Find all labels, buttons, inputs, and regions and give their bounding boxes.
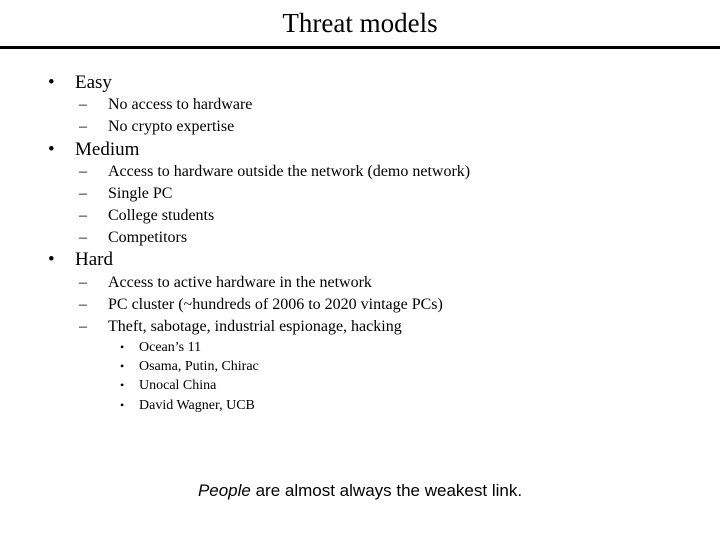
list-item: – Single PC (79, 185, 173, 202)
dash-icon: – (79, 207, 87, 224)
dash-icon: – (79, 318, 87, 335)
section-label: Easy (75, 72, 112, 93)
dash-icon: – (79, 296, 87, 313)
bullet-icon: • (120, 359, 125, 373)
dash-icon: – (79, 274, 87, 291)
footer-emphasis: People (197, 481, 251, 500)
section-hard: • Hard (48, 249, 113, 271)
section-label: Hard (75, 249, 113, 270)
list-item: – Theft, sabotage, industrial espionage, … (79, 318, 402, 335)
dash-icon: – (79, 229, 87, 246)
sub-list-item: • Ocean’s 11 (120, 340, 202, 355)
slide-title: Threat models (282, 8, 438, 38)
list-item: – No crypto expertise (79, 118, 235, 135)
list-item: – College students (79, 207, 215, 224)
list-item: – Access to active hardware in the networ… (79, 274, 372, 291)
sub-list-item: • David Wagner, UCB (120, 398, 255, 413)
dash-icon: – (79, 118, 87, 135)
list-item: – Competitors (79, 229, 188, 246)
title-underline (0, 46, 720, 49)
footer-note: People are almost always the weakest lin… (0, 480, 720, 502)
dash-icon: – (79, 96, 87, 113)
sub-list-item: • Unocal China (120, 378, 217, 393)
sub-list-item: • Osama, Putin, Chirac (120, 359, 259, 374)
section-label: Medium (75, 139, 140, 160)
section-medium: • Medium (48, 139, 139, 161)
dash-icon: – (79, 185, 87, 202)
bullet-icon: • (48, 72, 55, 93)
section-easy: • Easy (48, 72, 112, 94)
bullet-icon: • (120, 398, 125, 412)
bullet-icon: • (120, 340, 125, 354)
bullet-icon: • (120, 378, 125, 392)
bullet-icon: • (48, 249, 55, 270)
list-item: – No access to hardware (79, 96, 253, 113)
list-item: – PC cluster (~hundreds of 2006 to 2020 v… (79, 296, 443, 313)
list-item: – Access to hardware outside the network … (79, 163, 471, 180)
dash-icon: – (79, 163, 87, 180)
bullet-icon: • (48, 139, 55, 160)
footer-text: are almost always the weakest link. (250, 481, 523, 500)
